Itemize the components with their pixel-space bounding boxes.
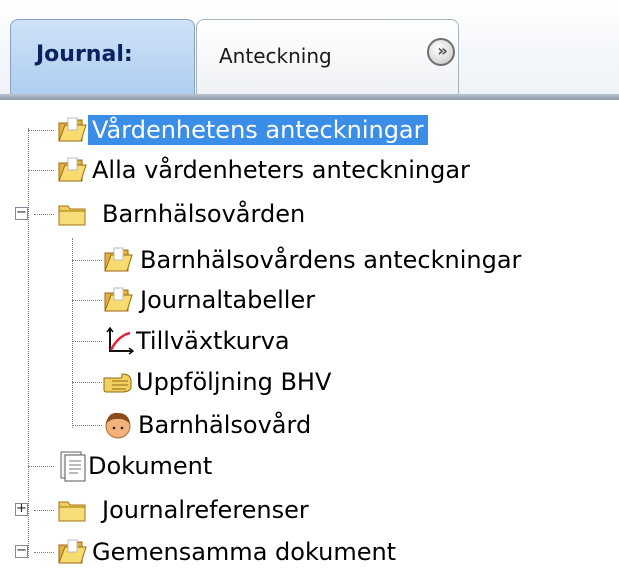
tree-node-label: Barnhälsovård [138,411,312,439]
expand-toggle-journalreferenser[interactable]: + [15,502,28,516]
tree-node-tillvaxtkurva[interactable]: Tillväxtkurva [102,323,294,359]
tree-connector [34,510,54,511]
growth-chart-icon [102,325,135,357]
tree-node-label: Tillväxtkurva [136,327,290,355]
document-icon [56,450,88,482]
folder-closed-icon [56,198,88,230]
tab-journal-label: Journal: [36,42,133,67]
tree-connector [72,238,73,428]
tree-node-dokument[interactable]: Dokument [56,448,216,484]
tree-connector [28,128,29,558]
tree-node-vardenhetens-anteckningar[interactable]: Vårdenhetens anteckningar [56,112,428,148]
tree-connector [72,382,102,383]
folder-closed-icon [56,494,88,526]
tree-node-barnhalsovard[interactable]: Barnhälsovård [102,407,315,443]
tree-node-label: Gemensamma dokument [92,538,397,566]
folder-open-icon [56,154,88,186]
collapse-toggle-gemensamma-dokument[interactable]: − [15,544,28,558]
folder-open-icon [56,114,88,146]
tree-connector [72,341,102,342]
tree-connector [72,300,102,301]
journal-tree: − + − Vårdenhetens anteckningar Alla vår… [0,100,619,575]
tree-node-label: Vårdenhetens anteckningar [88,115,428,145]
tree-node-label: Alla vårdenheters anteckningar [92,156,470,184]
tree-connector [28,130,54,131]
tab-anteckning[interactable]: Anteckning » [196,19,459,96]
child-face-icon [102,409,134,441]
folder-open-icon [56,536,88,568]
tree-connector [72,260,102,261]
folder-open-icon [102,244,134,276]
tree-connector [34,552,54,553]
tree-node-label: Uppföljning BHV [136,368,332,396]
tree-node-barnhalsovarden[interactable]: Barnhälsovården [56,196,309,232]
tree-node-label: Journalreferenser [102,496,309,524]
tree-node-label: Dokument [88,452,213,480]
tree-node-label: Barnhälsovården [102,200,306,228]
tab-journal[interactable]: Journal: [10,19,195,96]
tree-node-gemensamma-dokument[interactable]: Gemensamma dokument [56,534,400,570]
tree-node-uppfoljning-bhv[interactable]: Uppföljning BHV [102,364,335,400]
tree-node-label: Barnhälsovårdens anteckningar [140,246,522,274]
tree-node-label: Journaltabeller [140,286,316,314]
collapse-toggle-barnhalsovarden[interactable]: − [15,206,28,220]
folder-open-icon [102,284,134,316]
tree-connector [28,466,54,467]
tree-node-barnhalsovardens-anteckningar[interactable]: Barnhälsovårdens anteckningar [102,242,525,278]
tree-node-journalreferenser[interactable]: Journalreferenser [56,492,313,528]
tab-anteckning-label: Anteckning [219,44,332,68]
tree-node-journaltabeller[interactable]: Journaltabeller [102,282,319,318]
tab-bar: Journal: Anteckning » [0,0,619,100]
tree-connector [34,214,54,215]
double-chevron-right-icon[interactable]: » [427,38,455,66]
tree-node-alla-vardenheters-anteckningar[interactable]: Alla vårdenheters anteckningar [56,152,474,188]
tree-connector [72,425,102,426]
tree-connector [28,170,54,171]
pointing-hand-icon [102,366,134,398]
